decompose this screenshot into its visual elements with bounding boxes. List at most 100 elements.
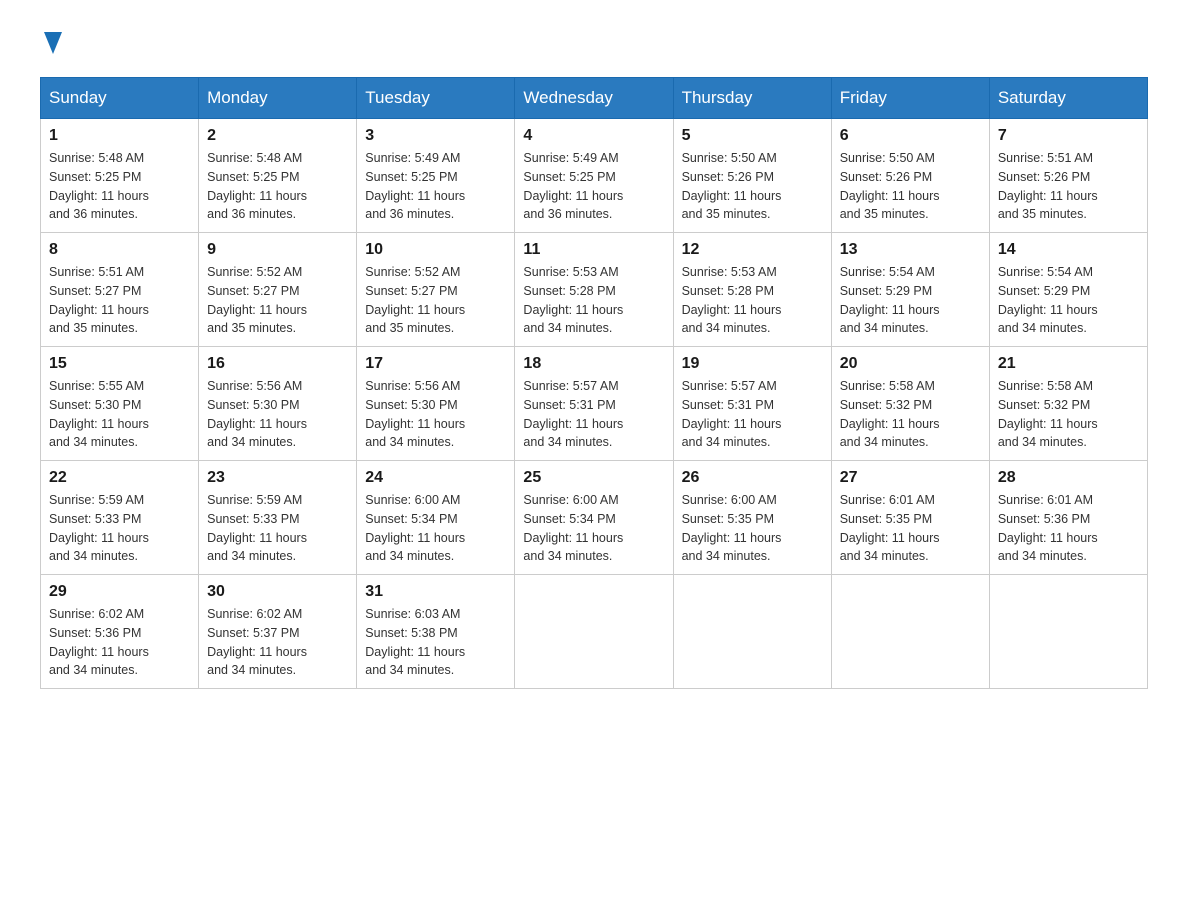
day-info: Sunrise: 5:56 AMSunset: 5:30 PMDaylight:… [365,377,506,452]
day-number: 10 [365,241,506,259]
day-number: 28 [998,469,1139,487]
calendar-cell: 24 Sunrise: 6:00 AMSunset: 5:34 PMDayligh… [357,461,515,575]
page-header [40,30,1148,57]
day-info: Sunrise: 6:01 AMSunset: 5:36 PMDaylight:… [998,491,1139,566]
calendar-cell: 6 Sunrise: 5:50 AMSunset: 5:26 PMDaylight… [831,119,989,233]
logo [40,30,62,57]
day-number: 17 [365,355,506,373]
day-number: 13 [840,241,981,259]
day-number: 25 [523,469,664,487]
day-info: Sunrise: 5:49 AMSunset: 5:25 PMDaylight:… [523,149,664,224]
day-info: Sunrise: 6:02 AMSunset: 5:36 PMDaylight:… [49,605,190,680]
logo-arrow-icon [44,32,62,59]
calendar-cell: 5 Sunrise: 5:50 AMSunset: 5:26 PMDaylight… [673,119,831,233]
day-number: 20 [840,355,981,373]
day-number: 27 [840,469,981,487]
day-number: 4 [523,127,664,145]
day-number: 3 [365,127,506,145]
calendar-cell: 17 Sunrise: 5:56 AMSunset: 5:30 PMDayligh… [357,347,515,461]
day-number: 11 [523,241,664,259]
week-row-2: 8 Sunrise: 5:51 AMSunset: 5:27 PMDaylight… [41,233,1148,347]
calendar-cell: 31 Sunrise: 6:03 AMSunset: 5:38 PMDayligh… [357,575,515,689]
weekday-header-friday: Friday [831,78,989,119]
calendar-cell: 26Sunrise: 6:00 AMSunset: 5:35 PMDayligh… [673,461,831,575]
calendar-cell: 25 Sunrise: 6:00 AMSunset: 5:34 PMDayligh… [515,461,673,575]
day-info: Sunrise: 6:02 AMSunset: 5:37 PMDaylight:… [207,605,348,680]
day-info: Sunrise: 5:52 AMSunset: 5:27 PMDaylight:… [207,263,348,338]
weekday-header-sunday: Sunday [41,78,199,119]
day-number: 5 [682,127,823,145]
weekday-header-row: SundayMondayTuesdayWednesdayThursdayFrid… [41,78,1148,119]
calendar-cell: 3Sunrise: 5:49 AMSunset: 5:25 PMDaylight… [357,119,515,233]
calendar-cell: 8 Sunrise: 5:51 AMSunset: 5:27 PMDaylight… [41,233,199,347]
calendar-cell [989,575,1147,689]
day-number: 12 [682,241,823,259]
day-number: 30 [207,583,348,601]
calendar-cell: 22Sunrise: 5:59 AMSunset: 5:33 PMDayligh… [41,461,199,575]
day-number: 26 [682,469,823,487]
calendar-cell: 14 Sunrise: 5:54 AMSunset: 5:29 PMDayligh… [989,233,1147,347]
calendar-cell: 20Sunrise: 5:58 AMSunset: 5:32 PMDayligh… [831,347,989,461]
day-info: Sunrise: 6:01 AMSunset: 5:35 PMDaylight:… [840,491,981,566]
day-number: 1 [49,127,190,145]
day-number: 9 [207,241,348,259]
day-info: Sunrise: 5:51 AMSunset: 5:27 PMDaylight:… [49,263,190,338]
day-number: 24 [365,469,506,487]
weekday-header-thursday: Thursday [673,78,831,119]
day-number: 16 [207,355,348,373]
day-info: Sunrise: 5:54 AMSunset: 5:29 PMDaylight:… [998,263,1139,338]
calendar-cell: 21 Sunrise: 5:58 AMSunset: 5:32 PMDayligh… [989,347,1147,461]
calendar-cell: 9 Sunrise: 5:52 AMSunset: 5:27 PMDaylight… [199,233,357,347]
calendar-cell: 13Sunrise: 5:54 AMSunset: 5:29 PMDayligh… [831,233,989,347]
weekday-header-saturday: Saturday [989,78,1147,119]
calendar-cell [515,575,673,689]
day-number: 8 [49,241,190,259]
calendar-cell: 16Sunrise: 5:56 AMSunset: 5:30 PMDayligh… [199,347,357,461]
calendar-cell: 2 Sunrise: 5:48 AMSunset: 5:25 PMDaylight… [199,119,357,233]
day-number: 31 [365,583,506,601]
calendar-cell: 27 Sunrise: 6:01 AMSunset: 5:35 PMDayligh… [831,461,989,575]
calendar-cell [673,575,831,689]
day-number: 6 [840,127,981,145]
day-info: Sunrise: 6:00 AMSunset: 5:34 PMDaylight:… [523,491,664,566]
day-number: 15 [49,355,190,373]
day-info: Sunrise: 5:59 AMSunset: 5:33 PMDaylight:… [207,491,348,566]
calendar-cell: 28 Sunrise: 6:01 AMSunset: 5:36 PMDayligh… [989,461,1147,575]
day-number: 14 [998,241,1139,259]
day-number: 21 [998,355,1139,373]
weekday-header-tuesday: Tuesday [357,78,515,119]
week-row-4: 22Sunrise: 5:59 AMSunset: 5:33 PMDayligh… [41,461,1148,575]
day-number: 2 [207,127,348,145]
calendar-cell: 18 Sunrise: 5:57 AMSunset: 5:31 PMDayligh… [515,347,673,461]
week-row-1: 1 Sunrise: 5:48 AMSunset: 5:25 PMDaylight… [41,119,1148,233]
day-number: 19 [682,355,823,373]
calendar-cell: 1 Sunrise: 5:48 AMSunset: 5:25 PMDaylight… [41,119,199,233]
day-info: Sunrise: 5:50 AMSunset: 5:26 PMDaylight:… [840,149,981,224]
calendar-cell: 10 Sunrise: 5:52 AMSunset: 5:27 PMDayligh… [357,233,515,347]
day-info: Sunrise: 5:48 AMSunset: 5:25 PMDaylight:… [49,149,190,224]
calendar-cell: 23 Sunrise: 5:59 AMSunset: 5:33 PMDayligh… [199,461,357,575]
day-number: 7 [998,127,1139,145]
calendar-cell: 30 Sunrise: 6:02 AMSunset: 5:37 PMDayligh… [199,575,357,689]
day-info: Sunrise: 5:50 AMSunset: 5:26 PMDaylight:… [682,149,823,224]
week-row-5: 29 Sunrise: 6:02 AMSunset: 5:36 PMDayligh… [41,575,1148,689]
week-row-3: 15 Sunrise: 5:55 AMSunset: 5:30 PMDayligh… [41,347,1148,461]
day-info: Sunrise: 5:53 AMSunset: 5:28 PMDaylight:… [682,263,823,338]
calendar-cell: 15 Sunrise: 5:55 AMSunset: 5:30 PMDayligh… [41,347,199,461]
calendar-table: SundayMondayTuesdayWednesdayThursdayFrid… [40,77,1148,689]
calendar-cell: 4 Sunrise: 5:49 AMSunset: 5:25 PMDaylight… [515,119,673,233]
day-info: Sunrise: 5:57 AMSunset: 5:31 PMDaylight:… [523,377,664,452]
day-info: Sunrise: 5:52 AMSunset: 5:27 PMDaylight:… [365,263,506,338]
calendar-cell: 7Sunrise: 5:51 AMSunset: 5:26 PMDaylight… [989,119,1147,233]
day-number: 29 [49,583,190,601]
day-number: 18 [523,355,664,373]
day-info: Sunrise: 6:00 AMSunset: 5:34 PMDaylight:… [365,491,506,566]
calendar-cell: 12 Sunrise: 5:53 AMSunset: 5:28 PMDayligh… [673,233,831,347]
day-info: Sunrise: 6:03 AMSunset: 5:38 PMDaylight:… [365,605,506,680]
day-number: 23 [207,469,348,487]
weekday-header-wednesday: Wednesday [515,78,673,119]
day-info: Sunrise: 5:58 AMSunset: 5:32 PMDaylight:… [998,377,1139,452]
day-info: Sunrise: 5:55 AMSunset: 5:30 PMDaylight:… [49,377,190,452]
day-info: Sunrise: 5:53 AMSunset: 5:28 PMDaylight:… [523,263,664,338]
day-info: Sunrise: 5:48 AMSunset: 5:25 PMDaylight:… [207,149,348,224]
